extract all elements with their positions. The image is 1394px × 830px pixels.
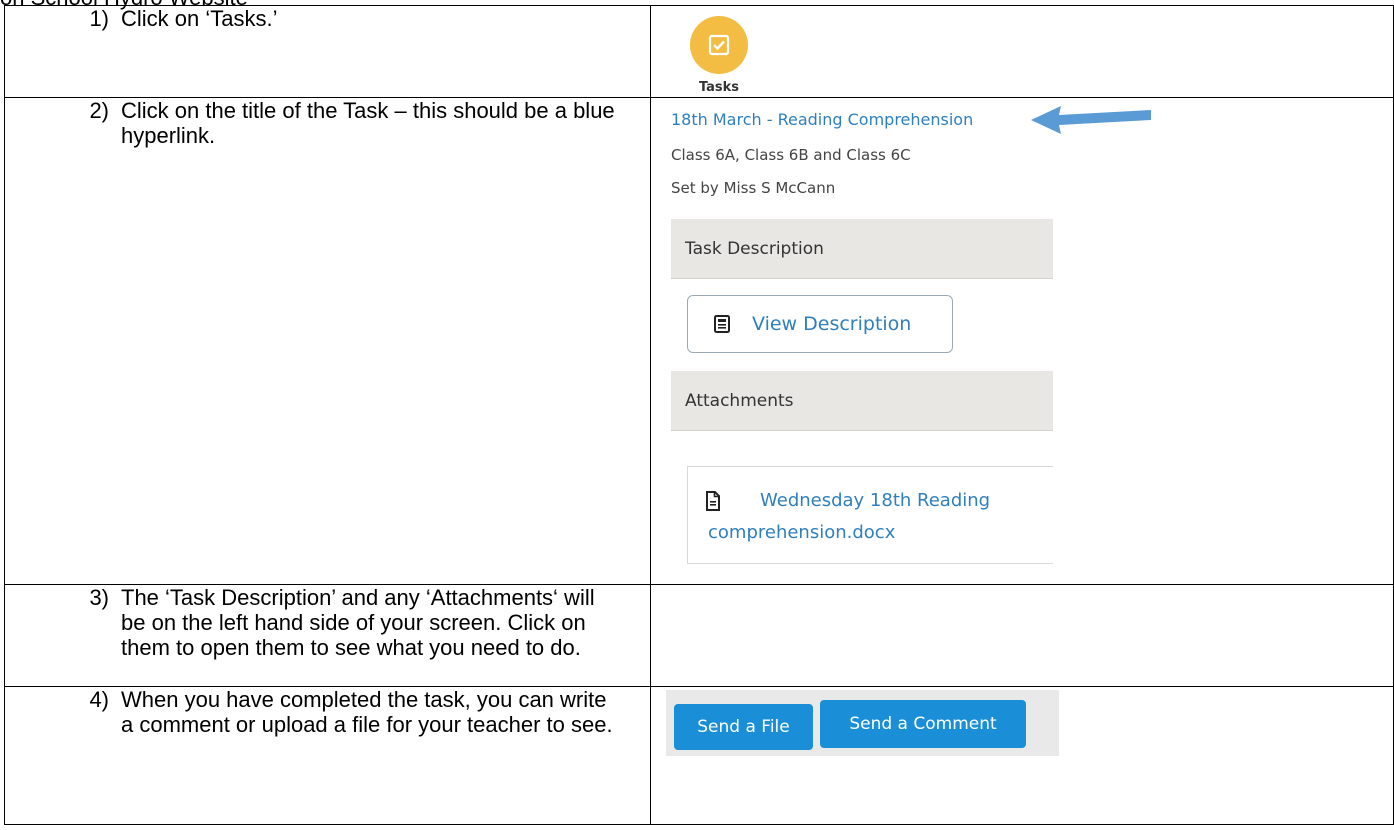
arrow-left-icon — [1031, 106, 1151, 134]
step-text-cell: 3) The ‘Task Description’ and any ‘Attac… — [4, 584, 651, 687]
step-text: When you have completed the task, you ca… — [121, 687, 613, 737]
step-number: 1) — [89, 6, 109, 31]
view-description-button[interactable]: View Description — [687, 295, 953, 353]
tasks-label: Tasks — [698, 80, 740, 95]
step-text: Click on ‘Tasks.’ — [121, 6, 278, 31]
checkbox-icon — [708, 34, 730, 56]
tasks-nav-button[interactable]: Tasks — [681, 6, 757, 95]
attachment-link[interactable]: Wednesday 18th Reading comprehension.doc… — [708, 485, 1048, 549]
step-row-3: 3) The ‘Task Description’ and any ‘Attac… — [4, 584, 1394, 687]
step-number: 2) — [89, 98, 109, 123]
send-comment-button[interactable]: Send a Comment — [820, 700, 1026, 748]
task-set-by: Set by Miss S McCann — [671, 179, 836, 197]
document-list-icon — [714, 315, 730, 333]
step-text: Click on the title of the Task – this sh… — [121, 98, 615, 148]
submit-buttons-cell: Send a File Send a Comment — [650, 686, 1394, 825]
step-number: 3) — [89, 585, 109, 610]
send-file-button[interactable]: Send a File — [674, 704, 813, 750]
step-text-cell: 4) When you have completed the task, you… — [4, 686, 651, 825]
step-image-cell: Tasks — [650, 5, 1394, 98]
tasks-circle — [690, 16, 748, 74]
task-screenshot-cell: 18th March - Reading Comprehension Class… — [650, 97, 1394, 585]
step-row-4: 4) When you have completed the task, you… — [4, 686, 1394, 825]
instructions-table: 1) Click on ‘Tasks.’ Tasks 2) Click on t… — [4, 5, 1394, 825]
attachment-item[interactable]: Wednesday 18th Reading comprehension.doc… — [687, 466, 1053, 564]
step-text: The ‘Task Description’ and any ‘Attachme… — [121, 585, 595, 660]
step-text-cell: 2) Click on the title of the Task – this… — [4, 97, 651, 585]
step-number: 4) — [89, 687, 109, 712]
empty-image-cell — [650, 584, 1394, 687]
submit-buttons-strip: Send a File Send a Comment — [666, 690, 1059, 756]
task-classes: Class 6A, Class 6B and Class 6C — [671, 146, 911, 164]
task-description-header: Task Description — [671, 219, 1053, 279]
step-row-2: 2) Click on the title of the Task – this… — [4, 97, 1394, 585]
step-row-1: 1) Click on ‘Tasks.’ Tasks — [4, 5, 1394, 98]
view-description-label: View Description — [752, 313, 912, 335]
attachments-header: Attachments — [671, 371, 1053, 431]
step-text-cell: 1) Click on ‘Tasks.’ — [4, 5, 651, 98]
task-title-link[interactable]: 18th March - Reading Comprehension — [671, 110, 973, 129]
